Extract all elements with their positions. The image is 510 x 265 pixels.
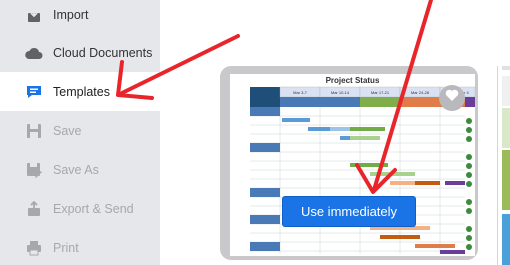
import-icon	[25, 6, 43, 24]
export-icon	[25, 200, 43, 218]
template-preview: Project Status Mar 3-7 Mar 10-14 Mar 17-…	[230, 74, 475, 256]
menu-label: Save As	[53, 162, 99, 177]
week-label: Mar 10-14	[331, 90, 350, 95]
menu-label: Templates	[53, 84, 110, 99]
next-template-preview	[502, 66, 510, 265]
week-label: Mar 24-28	[411, 90, 430, 95]
use-immediately-button[interactable]: Use immediately	[282, 196, 416, 227]
menu-item-cloud-documents[interactable]: Cloud Documents	[0, 33, 160, 72]
menu-item-save-as[interactable]: Save As	[0, 150, 160, 189]
gantt-preview: Mar 3-7 Mar 10-14 Mar 17-21 Mar 24-28 Ma…	[250, 86, 475, 254]
cloud-icon	[25, 44, 43, 62]
heart-icon	[445, 89, 459, 107]
favorite-button[interactable]	[439, 85, 465, 111]
menu-item-export-send[interactable]: Export & Send	[0, 189, 160, 228]
menu-label: Import	[53, 7, 89, 22]
menu-label: Cloud Documents	[53, 45, 153, 60]
menu-item-print[interactable]: Print	[0, 228, 160, 265]
menu-item-save[interactable]: Save	[0, 111, 160, 150]
print-icon	[25, 239, 43, 257]
templates-icon	[25, 83, 43, 101]
menu-item-import[interactable]: Import	[0, 0, 160, 34]
save-as-icon	[25, 161, 43, 179]
file-menu-sidebar: Import Cloud Documents Templates Save Sa…	[0, 0, 160, 265]
save-icon	[25, 122, 43, 140]
menu-item-templates[interactable]: Templates	[0, 72, 160, 111]
menu-label: Export & Send	[53, 201, 134, 216]
template-card-next[interactable]	[497, 66, 510, 265]
week-label: Mar 3-7	[293, 90, 308, 95]
template-card-project-status[interactable]: Project Status Mar 3-7 Mar 10-14 Mar 17-…	[220, 66, 478, 260]
menu-label: Save	[53, 123, 82, 138]
week-label: Mar 17-21	[371, 90, 390, 95]
menu-label: Print	[53, 240, 79, 255]
